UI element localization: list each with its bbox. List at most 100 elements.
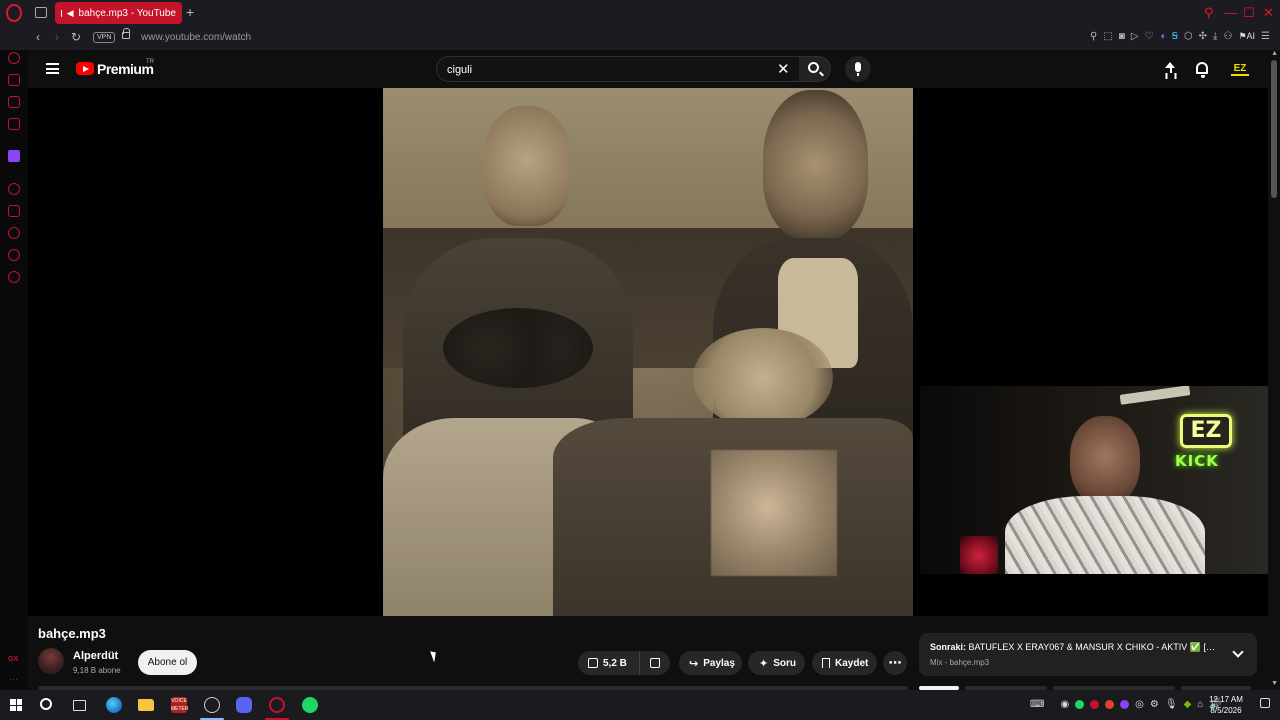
sparkle-icon: ✦ xyxy=(759,657,769,670)
reload-button[interactable]: ↻ xyxy=(71,30,81,44)
up-next-panel[interactable]: Sonraki: BATUFLEX X ERAY067 & MANSUR X C… xyxy=(919,633,1257,676)
minimize-button[interactable]: — xyxy=(1224,5,1237,20)
clear-search-icon[interactable]: ✕ xyxy=(777,60,790,78)
notifications-bell-icon[interactable] xyxy=(1196,62,1208,78)
task-view-icon[interactable] xyxy=(73,700,86,711)
audio-extension-icon[interactable]: ◖ xyxy=(1160,31,1166,42)
video-frame[interactable] xyxy=(383,88,913,616)
more-actions-button[interactable]: ⋯ xyxy=(883,651,907,675)
vpn-badge[interactable]: VPN xyxy=(93,32,116,43)
player-icon[interactable]: ▷ xyxy=(1131,31,1139,42)
photo-person-right-head xyxy=(763,90,868,240)
mic-tray-icon[interactable]: 🎙 xyxy=(1165,699,1178,710)
subscribe-button[interactable]: Abone ol xyxy=(138,650,197,675)
sidebar-messenger-icon[interactable] xyxy=(8,96,20,108)
heart-icon[interactable]: ♡ xyxy=(1145,31,1154,42)
windows-start-icon[interactable] xyxy=(10,699,22,711)
ask-button[interactable]: ✦ Soru xyxy=(748,651,805,675)
sidebar-history-icon[interactable] xyxy=(8,227,20,239)
sidebar-player-icon[interactable] xyxy=(8,183,20,195)
browser-tab-active[interactable]: ◀ bahçe.mp3 - YouTube xyxy=(55,2,182,24)
new-tab-button[interactable]: + xyxy=(186,4,194,20)
youtube-favicon-icon xyxy=(61,9,66,17)
search-button[interactable] xyxy=(799,56,831,82)
upload-icon[interactable] xyxy=(1165,62,1176,76)
translate-icon[interactable]: Ꞩ xyxy=(1172,31,1178,42)
dislike-button[interactable] xyxy=(640,658,670,668)
back-button[interactable]: ‹ xyxy=(36,30,40,44)
opera-logo-icon[interactable] xyxy=(6,4,22,22)
opera-gx-taskbar-icon[interactable] xyxy=(269,697,285,713)
download-icon[interactable]: ⤓ xyxy=(1213,31,1217,42)
chevron-down-icon[interactable] xyxy=(1232,646,1244,658)
keyboard-icon[interactable]: ⌨ xyxy=(1030,699,1044,710)
like-button[interactable]: 5,2 B xyxy=(578,651,640,675)
steam-icon[interactable] xyxy=(204,697,220,713)
spotify-icon[interactable] xyxy=(302,697,318,713)
microphone-icon xyxy=(855,62,861,76)
app-tray-icon[interactable] xyxy=(1120,700,1130,709)
search-tabs-icon[interactable]: ⚲ xyxy=(1204,5,1214,21)
edge-browser-icon[interactable] xyxy=(106,697,122,713)
account-avatar[interactable]: EZ xyxy=(1231,62,1249,76)
thumbs-up-icon xyxy=(588,658,598,668)
sidebar-more-icon[interactable]: ··· xyxy=(9,674,18,684)
tab-switcher-icon[interactable] xyxy=(35,7,47,18)
sidebar-chat-icon[interactable] xyxy=(8,249,20,261)
sidebar-bookmarks-icon[interactable] xyxy=(8,205,20,217)
forward-button[interactable]: › xyxy=(55,30,59,44)
network-icon[interactable]: ⌂ xyxy=(1197,699,1203,710)
discord-tray-icon[interactable]: ◉ xyxy=(1060,699,1069,710)
opera-tray-icon[interactable] xyxy=(1090,700,1100,709)
sidebar-twitch-icon[interactable] xyxy=(8,150,20,162)
pocket-icon[interactable]: ◙ xyxy=(1119,31,1125,42)
sidebar-music-icon[interactable] xyxy=(8,118,20,130)
bookmark-page-icon[interactable]: ⚲ xyxy=(1090,31,1097,42)
share-button[interactable]: ↪ Paylaş xyxy=(679,651,742,675)
taskbar-search-icon[interactable] xyxy=(40,698,52,710)
search-input[interactable] xyxy=(447,61,767,78)
page-scrollbar[interactable]: ▲ ▼ xyxy=(1268,50,1280,690)
address-bar: ‹ › ↻ VPN www.youtube.com/watch ⚲ ⬚ ◙ ▷ … xyxy=(0,26,1280,50)
notifications-icon[interactable] xyxy=(1260,698,1270,708)
channel-name[interactable]: Alperdüt xyxy=(73,650,118,662)
steam-tray-icon[interactable]: ◎ xyxy=(1135,699,1144,710)
taskbar-clock[interactable]: 12:17 AM 8/5/2026 xyxy=(1205,694,1247,716)
scroll-down-icon[interactable]: ▼ xyxy=(1271,680,1278,687)
close-window-button[interactable]: ✕ xyxy=(1263,5,1274,21)
file-explorer-icon[interactable] xyxy=(138,699,154,711)
like-count: 5,2 B xyxy=(603,657,627,669)
recording-tray-icon[interactable] xyxy=(1105,700,1115,709)
channel-avatar[interactable] xyxy=(38,648,64,674)
adblock-icon[interactable]: ⬡ xyxy=(1184,31,1193,42)
nvidia-tray-icon[interactable]: ◆ xyxy=(1184,699,1192,710)
menu-icon[interactable]: ☰ xyxy=(1261,31,1270,42)
youtube-premium-label[interactable]: Premium xyxy=(97,61,154,77)
voice-search-button[interactable] xyxy=(845,56,871,82)
sidebar-speed-dial-icon[interactable] xyxy=(8,52,20,64)
hamburger-menu-icon[interactable] xyxy=(46,63,59,74)
voicemeeter-icon[interactable]: VOICE METER xyxy=(171,697,189,713)
lock-icon[interactable] xyxy=(122,28,130,39)
scroll-thumb[interactable] xyxy=(1271,60,1277,198)
mouse-cursor xyxy=(430,649,439,663)
settings-tray-icon[interactable]: ⚙ xyxy=(1150,699,1159,710)
save-button[interactable]: Kaydet xyxy=(812,651,877,675)
snapshot-icon[interactable]: ⬚ xyxy=(1103,31,1112,42)
extensions-icon[interactable]: ✣ xyxy=(1199,31,1207,42)
photo-person-left-head xyxy=(483,106,571,226)
aria-ai-button[interactable]: ⚑AI xyxy=(1238,31,1255,42)
spotify-tray-icon[interactable] xyxy=(1075,700,1085,709)
sidebar-gx-label[interactable]: GX xyxy=(8,656,18,663)
profile-icon[interactable]: ⚇ xyxy=(1223,31,1232,42)
maximize-button[interactable]: ☐ xyxy=(1243,5,1255,21)
scroll-up-icon[interactable]: ▲ xyxy=(1271,50,1278,57)
discord-icon[interactable] xyxy=(236,697,252,713)
share-label: Paylaş xyxy=(703,657,735,669)
channel-subscriber-count: 9,18 B abone xyxy=(73,666,121,675)
sidebar-settings-icon[interactable] xyxy=(8,271,20,283)
sidebar-bag-icon[interactable] xyxy=(8,74,20,86)
youtube-logo-icon[interactable] xyxy=(76,62,94,75)
url-field[interactable]: www.youtube.com/watch xyxy=(141,32,251,43)
up-next-playlist: Mix - bahçe.mp3 xyxy=(930,658,990,667)
